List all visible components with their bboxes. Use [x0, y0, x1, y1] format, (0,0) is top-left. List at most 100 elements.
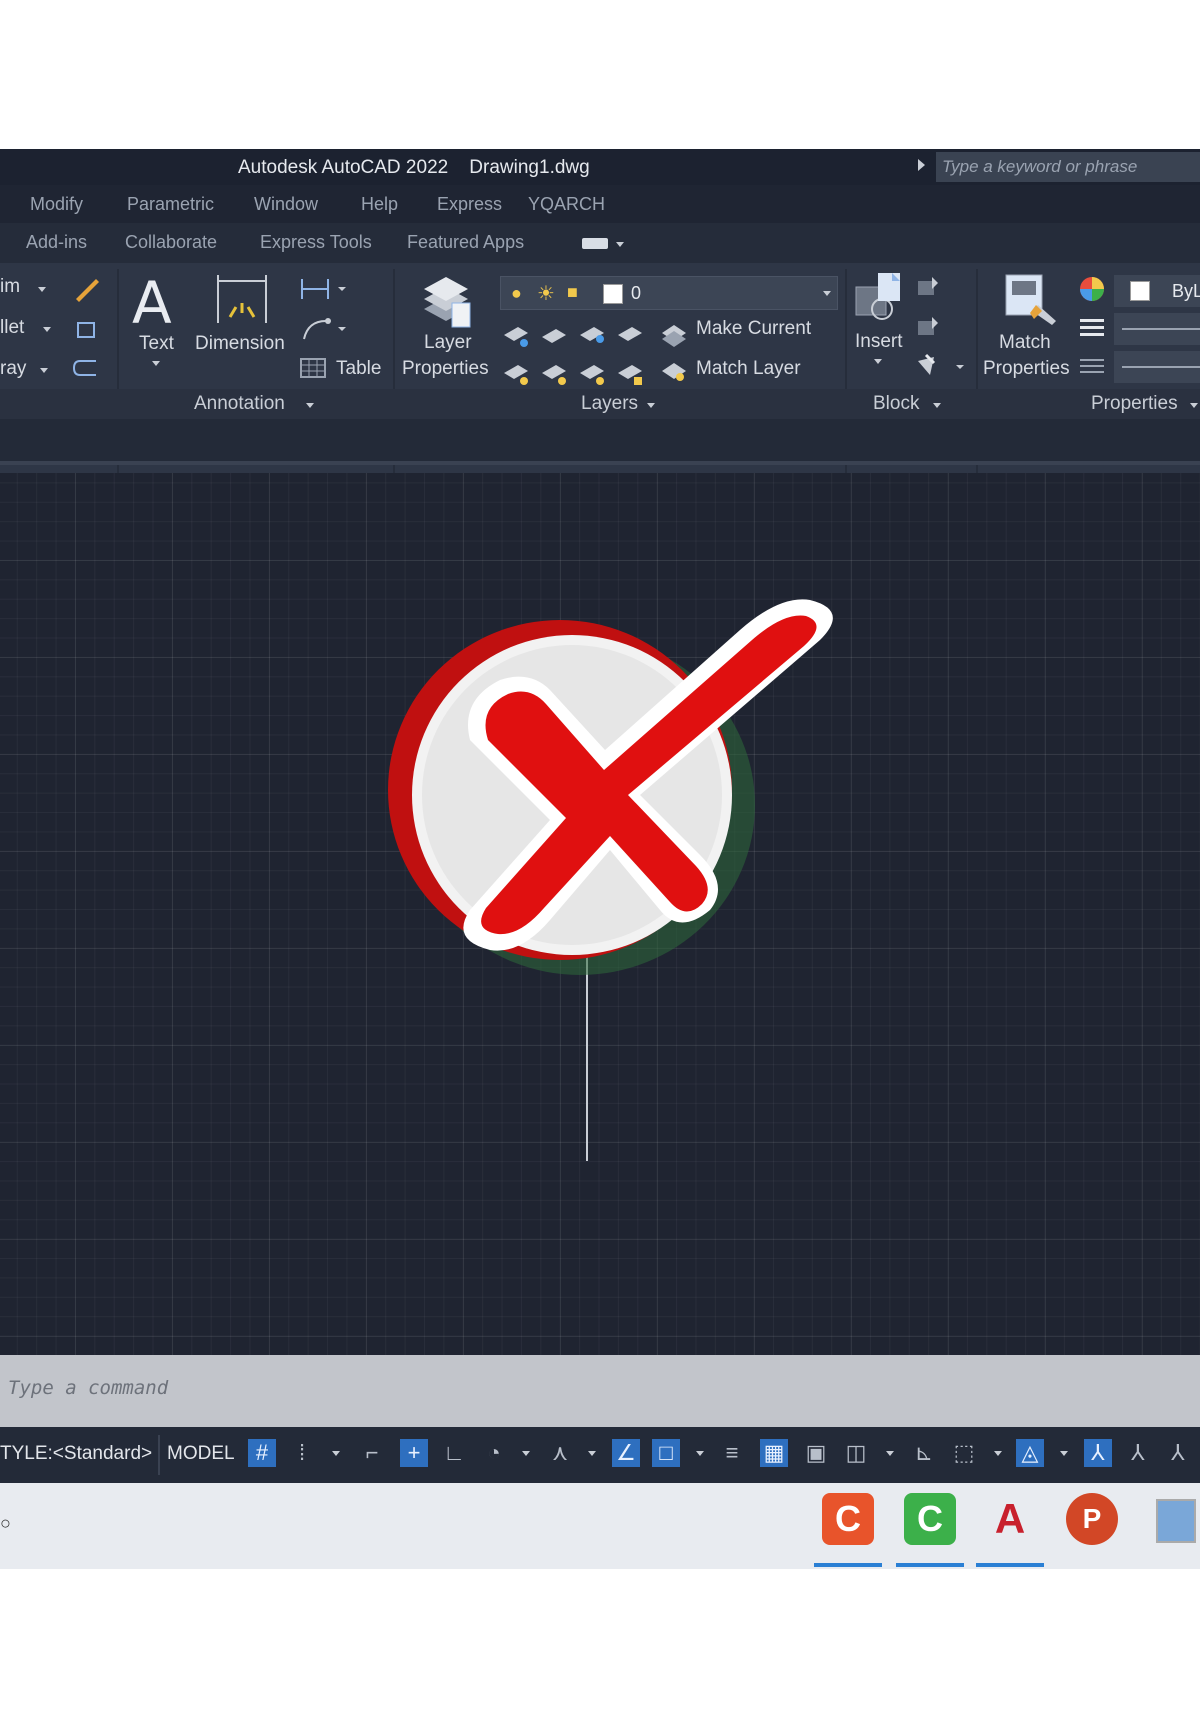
3d-object-snap-icon[interactable]: ◫	[842, 1439, 870, 1467]
lineweight-dropdown[interactable]	[1114, 313, 1200, 345]
camtasia-editor-icon[interactable]: C	[904, 1493, 956, 1545]
block-panel-title[interactable]: Block	[873, 393, 919, 415]
photos-icon[interactable]	[1156, 1499, 1196, 1543]
object-snap-icon[interactable]: □	[652, 1439, 680, 1467]
text-style-indicator[interactable]: TYLE:<Standard>	[0, 1443, 152, 1465]
snap-icon[interactable]: ⁞	[288, 1439, 316, 1467]
property-tool-icons[interactable]	[1078, 275, 1110, 385]
lineweight-icon[interactable]: ≡	[718, 1439, 746, 1467]
chevron-down-icon[interactable]	[994, 1451, 1002, 1456]
modify-tool-icons[interactable]	[70, 273, 102, 393]
ribbon-display-toggle-icon[interactable]	[582, 238, 608, 249]
file-tab-strip	[0, 419, 1200, 465]
modify-array-label[interactable]: ray	[0, 358, 26, 380]
menu-express[interactable]: Express	[437, 194, 502, 215]
grid-icon[interactable]: #	[248, 1439, 276, 1467]
chevron-down-icon[interactable]	[933, 403, 941, 408]
chevron-down-icon[interactable]	[306, 403, 314, 408]
running-indicator	[896, 1563, 964, 1567]
layer-properties-label-2[interactable]: Properties	[402, 358, 489, 380]
properties-panel-title[interactable]: Properties	[1091, 393, 1178, 415]
layer-properties-label-1[interactable]: Layer	[424, 332, 472, 354]
chevron-down-icon[interactable]	[1190, 403, 1198, 408]
chevron-down-icon[interactable]	[152, 361, 160, 366]
insert-block-icon[interactable]	[852, 269, 908, 325]
linetype-dropdown[interactable]	[1114, 351, 1200, 383]
modify-trim-label[interactable]: im	[0, 276, 20, 298]
block-tool-icons[interactable]	[914, 275, 964, 385]
lightbulb-icon[interactable]: ●	[511, 283, 522, 304]
dimension-tool-label[interactable]: Dimension	[195, 333, 285, 355]
match-layer-label[interactable]: Match Layer	[696, 358, 801, 380]
tab-add-ins[interactable]: Add-ins	[26, 232, 87, 253]
selection-filter-icon[interactable]: ⬚	[950, 1439, 978, 1467]
match-properties-label-2[interactable]: Properties	[983, 358, 1070, 380]
powerpoint-icon[interactable]: P	[1066, 1493, 1118, 1545]
object-snap-tracking-icon[interactable]: ∠	[612, 1439, 640, 1467]
autocad-taskbar-icon[interactable]: A	[984, 1493, 1036, 1545]
layer-color-swatch[interactable]	[603, 284, 623, 304]
help-search-input[interactable]: Type a keyword or phrase	[936, 152, 1200, 182]
linear-dimension-icon[interactable]	[298, 275, 348, 345]
chevron-down-icon[interactable]	[886, 1451, 894, 1456]
layer-properties-icon[interactable]	[418, 271, 478, 331]
menu-yqarch[interactable]: YQARCH	[528, 194, 605, 215]
camtasia-recorder-icon[interactable]: C	[822, 1493, 874, 1545]
infer-constraints-icon[interactable]: ⌐	[358, 1439, 386, 1467]
current-layer-name: 0	[631, 283, 642, 303]
annotation-visibility-icon[interactable]: ⅄	[1084, 1439, 1112, 1467]
search-expand-icon[interactable]	[918, 159, 925, 171]
chevron-down-icon[interactable]	[38, 287, 46, 292]
menu-help[interactable]: Help	[361, 194, 398, 215]
layer-dropdown[interactable]: ● ☀ ■ 0	[500, 276, 838, 310]
chevron-down-icon[interactable]	[823, 291, 831, 296]
tab-collaborate[interactable]: Collaborate	[125, 232, 217, 253]
gizmo-icon[interactable]: ◬	[1016, 1439, 1044, 1467]
chevron-down-icon[interactable]	[647, 403, 655, 408]
selection-cycling-icon[interactable]: ▣	[802, 1439, 830, 1467]
command-line[interactable]: Type a command	[0, 1355, 1200, 1427]
chevron-down-icon[interactable]	[588, 1451, 596, 1456]
sun-icon[interactable]: ☀	[537, 281, 555, 306]
chevron-down-icon[interactable]	[696, 1451, 704, 1456]
table-tool-label[interactable]: Table	[336, 358, 381, 380]
color-dropdown[interactable]: ByL	[1114, 275, 1200, 307]
table-icon[interactable]	[300, 357, 326, 379]
menu-parametric[interactable]: Parametric	[127, 194, 214, 215]
text-tool-label[interactable]: Text	[139, 333, 174, 355]
taskbar-search-icon[interactable]: ○	[0, 1513, 11, 1534]
menu-window[interactable]: Window	[254, 194, 318, 215]
tab-featured-apps[interactable]: Featured Apps	[407, 232, 524, 253]
dimension-icon[interactable]	[214, 273, 270, 327]
layers-panel-title[interactable]: Layers	[581, 393, 638, 415]
annotation-scale-icon[interactable]: ⅄	[1164, 1439, 1192, 1467]
isodraft-icon[interactable]: ⋏	[546, 1439, 574, 1467]
menu-modify[interactable]: Modify	[30, 194, 83, 215]
annotation-panel-title[interactable]: Annotation	[194, 393, 285, 415]
chevron-down-icon[interactable]	[874, 359, 882, 364]
make-current-label[interactable]: Make Current	[696, 318, 811, 340]
make-current-icon[interactable]	[660, 317, 688, 387]
text-tool-icon[interactable]: A	[132, 269, 172, 337]
dynamic-input-icon[interactable]: +	[400, 1439, 428, 1467]
chevron-down-icon[interactable]	[332, 1451, 340, 1456]
transparency-icon[interactable]: ▦	[760, 1439, 788, 1467]
chevron-down-icon[interactable]	[522, 1451, 530, 1456]
match-properties-label-1[interactable]: Match	[999, 332, 1051, 354]
ortho-icon[interactable]: ∟	[440, 1439, 468, 1467]
chevron-down-icon[interactable]	[40, 368, 48, 373]
polar-tracking-icon[interactable]: ◔	[480, 1439, 508, 1467]
insert-block-label[interactable]: Insert	[855, 331, 903, 353]
chevron-down-icon[interactable]	[1060, 1451, 1068, 1456]
layer-tool-icons[interactable]	[500, 315, 660, 395]
tab-express-tools[interactable]: Express Tools	[260, 232, 372, 253]
lock-icon[interactable]: ■	[567, 282, 578, 303]
match-properties-icon[interactable]	[1002, 271, 1058, 329]
chevron-down-icon[interactable]	[616, 242, 624, 247]
auto-scale-icon[interactable]: ⅄	[1124, 1439, 1152, 1467]
dynamic-ucs-icon[interactable]: ⊾	[910, 1439, 938, 1467]
modify-fillet-label[interactable]: llet	[0, 317, 24, 339]
model-space-toggle[interactable]: MODEL	[167, 1443, 235, 1465]
command-input[interactable]: Type a command	[8, 1377, 168, 1399]
chevron-down-icon[interactable]	[43, 327, 51, 332]
